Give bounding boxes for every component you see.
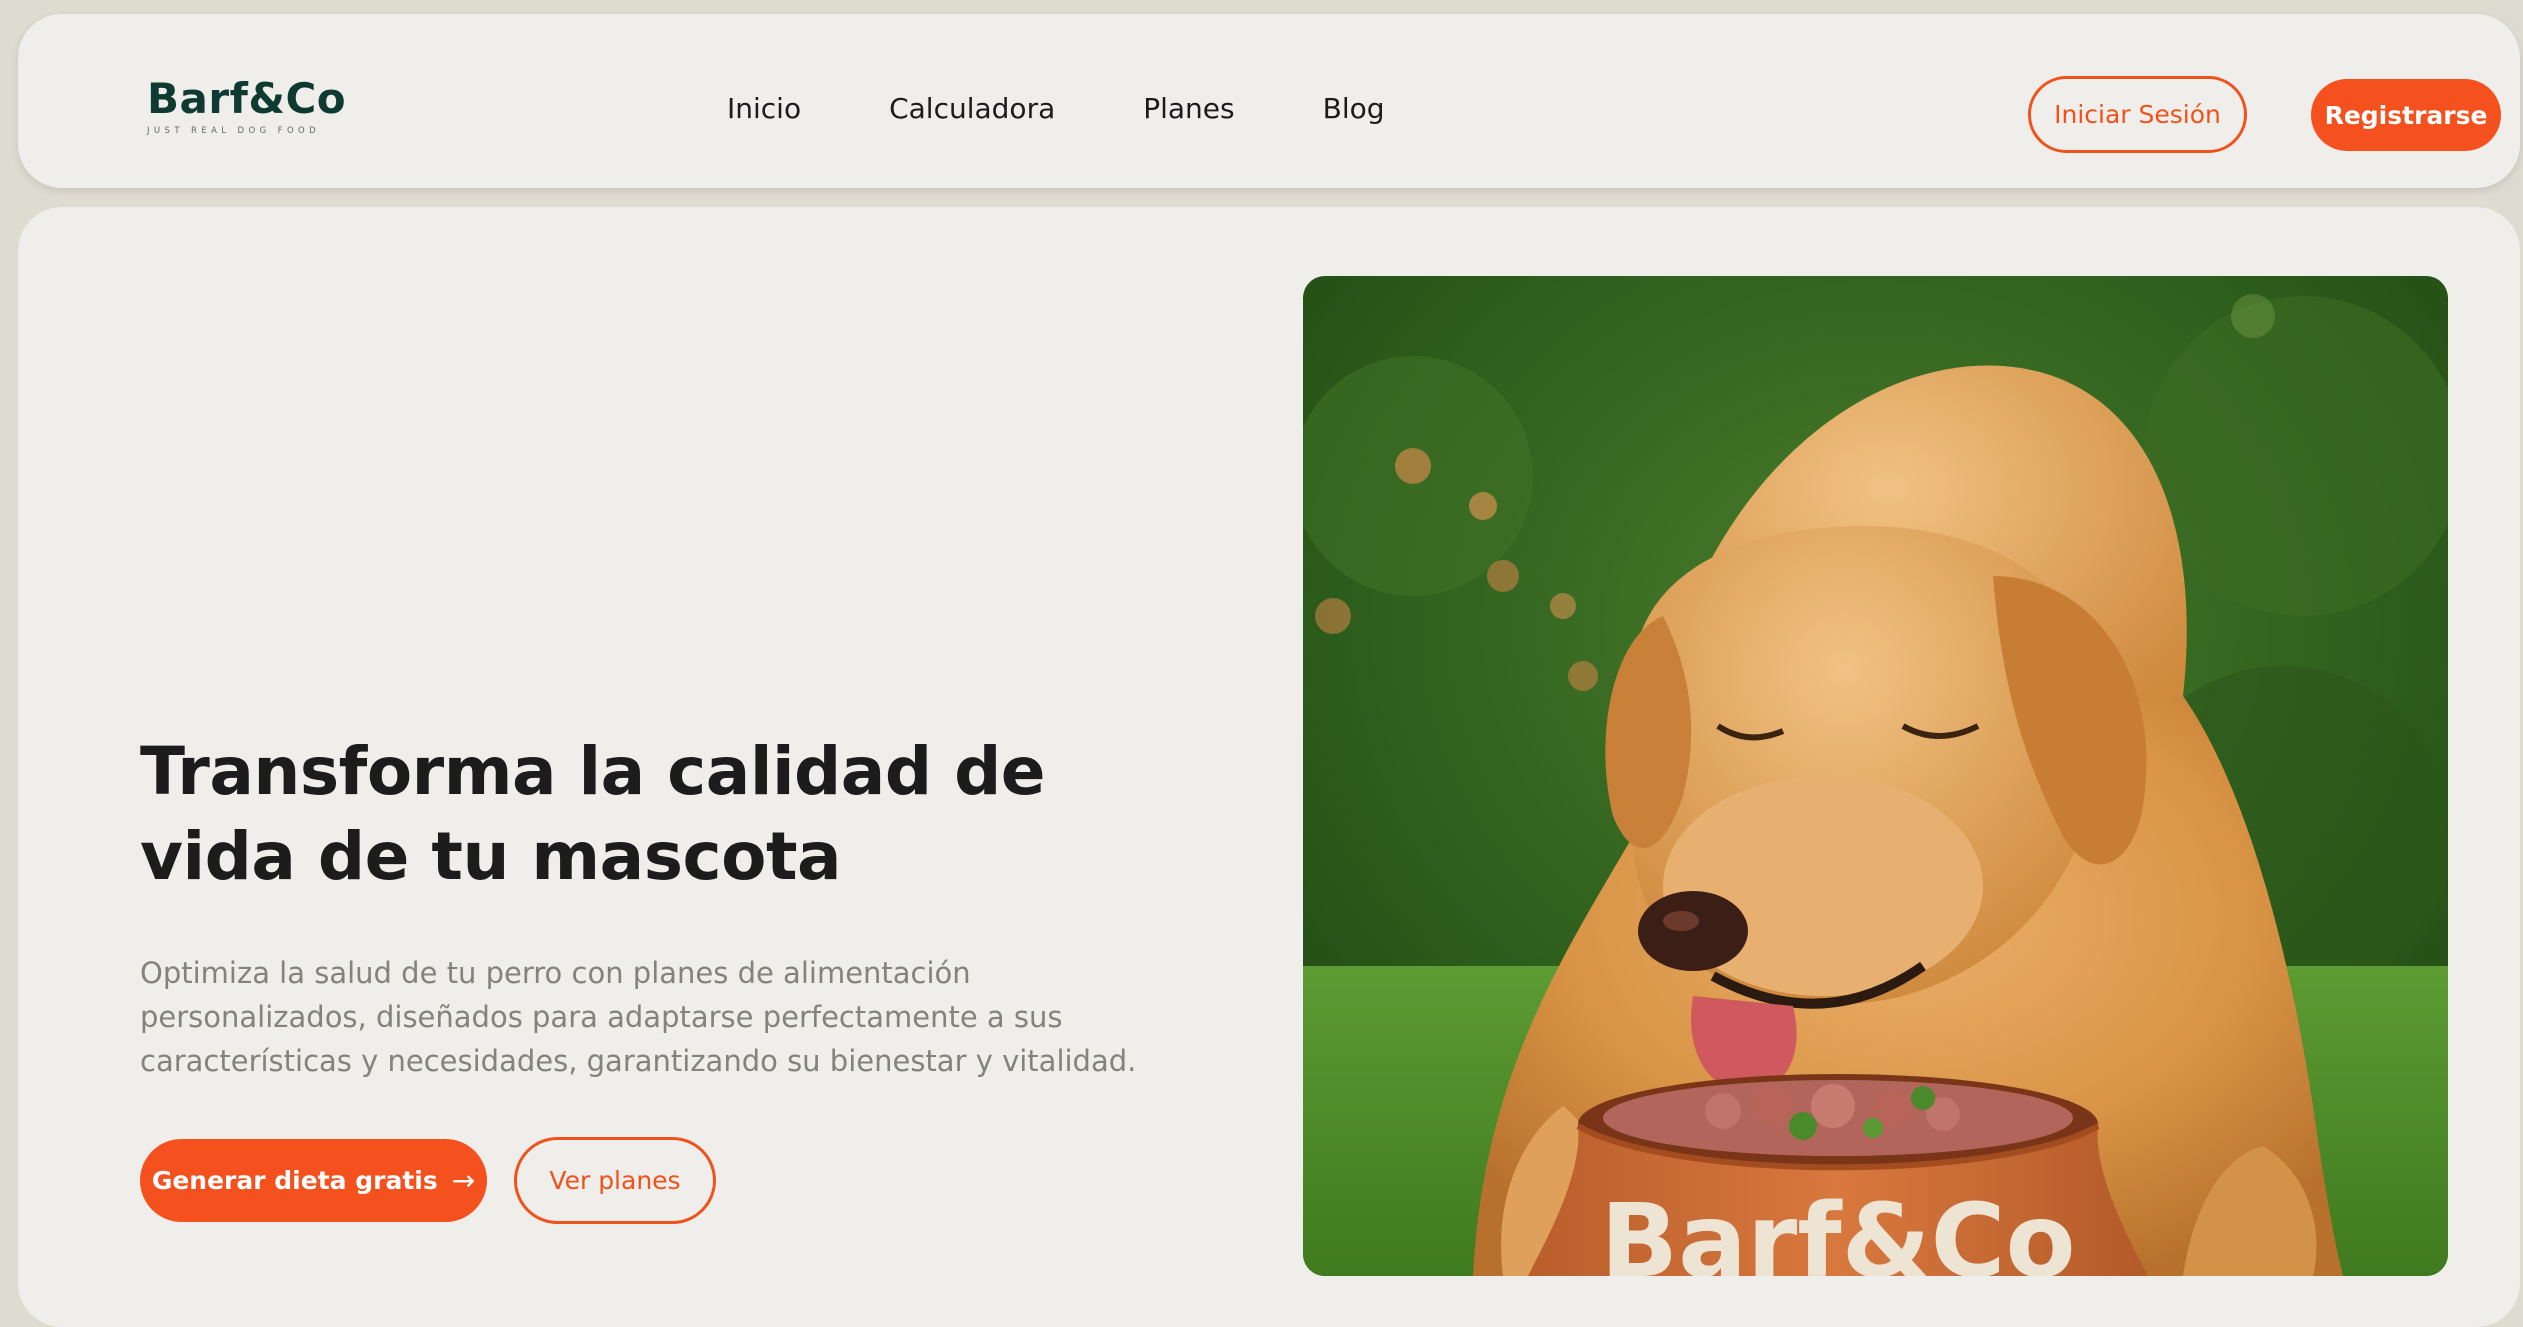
- hero-dog-image: Barf&Co: [1303, 276, 2448, 1276]
- hero-section: Transforma la calidad de vida de tu masc…: [18, 207, 2520, 1327]
- login-button[interactable]: Iniciar Sesión: [2028, 76, 2247, 153]
- hero-title-line-2: vida de tu mascota: [140, 818, 842, 895]
- view-plans-button[interactable]: Ver planes: [514, 1137, 716, 1224]
- generate-diet-button[interactable]: Generar dieta gratis →: [140, 1139, 487, 1222]
- nav-link-calculadora[interactable]: Calculadora: [889, 92, 1055, 126]
- brand-logo-tagline: JUST REAL DOG FOOD: [147, 126, 321, 136]
- nav-link-inicio[interactable]: Inicio: [727, 92, 801, 126]
- main-nav: Inicio Calculadora Planes Blog: [727, 92, 1385, 126]
- hero-title-line-1: Transforma la calidad de: [140, 733, 1046, 810]
- bowl-brand-text: Barf&Co: [1600, 1182, 2075, 1276]
- arrow-right-icon: →: [451, 1163, 476, 1197]
- hero-subtitle: Optimiza la salud de tu perro con planes…: [140, 956, 1137, 1078]
- site-header: Barf&Co JUST REAL DOG FOOD Inicio Calcul…: [18, 14, 2520, 188]
- nav-link-planes[interactable]: Planes: [1143, 92, 1234, 126]
- hero-title: Transforma la calidad de vida de tu masc…: [140, 729, 1140, 899]
- register-button[interactable]: Registrarse: [2311, 79, 2501, 151]
- generate-diet-label: Generar dieta gratis: [151, 1166, 438, 1195]
- brand-logo-wordmark: Barf&Co: [147, 74, 347, 123]
- brand-logo[interactable]: Barf&Co JUST REAL DOG FOOD: [147, 74, 347, 137]
- dog-nose: [1638, 891, 1748, 971]
- nav-link-blog[interactable]: Blog: [1323, 92, 1385, 126]
